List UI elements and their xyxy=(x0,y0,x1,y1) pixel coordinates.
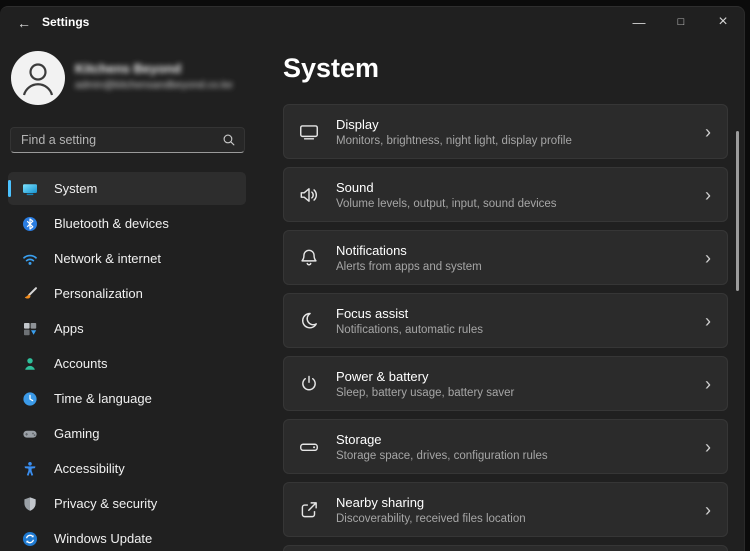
card-subtitle: Discoverability, received files location xyxy=(336,512,526,525)
chevron-right-icon: › xyxy=(705,184,711,205)
chevron-right-icon: › xyxy=(705,499,711,520)
card-power-battery[interactable]: Power & battery Sleep, battery usage, ba… xyxy=(283,356,728,411)
card-title: Storage xyxy=(336,431,382,447)
sidebar-item-windows-update[interactable]: Windows Update xyxy=(8,522,246,551)
card-sound[interactable]: Sound Volume levels, output, input, soun… xyxy=(283,167,728,222)
page-title: System xyxy=(283,53,380,83)
scrollbar-thumb[interactable] xyxy=(736,131,739,291)
sidebar-item-label: System xyxy=(54,181,98,196)
window-title: Settings xyxy=(42,15,90,29)
chevron-right-icon: › xyxy=(705,436,711,457)
accessibility-icon xyxy=(22,461,38,477)
shield-icon xyxy=(22,496,38,512)
search-icon xyxy=(222,128,244,152)
sidebar-item-label: Personalization xyxy=(54,286,143,301)
card-subtitle: Volume levels, output, input, sound devi… xyxy=(336,197,557,210)
card-nearby-sharing[interactable]: Nearby sharing Discoverability, received… xyxy=(283,482,728,537)
search-box xyxy=(10,127,245,153)
search-input[interactable] xyxy=(11,133,222,147)
sidebar-item-label: Bluetooth & devices xyxy=(54,216,169,231)
sidebar-item-privacy-security[interactable]: Privacy & security xyxy=(8,487,246,520)
sidebar-item-label: Network & internet xyxy=(54,251,161,266)
card-focus-assist[interactable]: Focus assist Notifications, automatic ru… xyxy=(283,293,728,348)
sidebar-item-label: Accounts xyxy=(54,356,108,371)
sidebar-item-network-internet[interactable]: Network & internet xyxy=(8,242,246,275)
avatar xyxy=(11,51,65,105)
sidebar-nav: System Bluetooth & devices Network & int… xyxy=(8,172,246,551)
card-title: Display xyxy=(336,116,379,132)
card-subtitle: Notifications, automatic rules xyxy=(336,323,484,336)
person-icon xyxy=(22,356,38,372)
sidebar-item-accounts[interactable]: Accounts xyxy=(8,347,246,380)
chevron-right-icon: › xyxy=(705,121,711,142)
card-subtitle: Alerts from apps and system xyxy=(336,260,482,273)
card-display[interactable]: Display Monitors, brightness, night ligh… xyxy=(283,104,728,159)
wifi-icon xyxy=(22,251,38,267)
sidebar-item-label: Gaming xyxy=(54,426,100,441)
card-subtitle: Storage space, drives, configuration rul… xyxy=(336,449,548,462)
card-title: Nearby sharing xyxy=(336,494,425,510)
card-partial[interactable] xyxy=(283,545,728,551)
sidebar-item-label: Apps xyxy=(54,321,84,336)
share-icon xyxy=(298,499,320,521)
profile-info: Kitchens Beyond admin@kitchensandbeyond.… xyxy=(75,61,233,91)
system-icon xyxy=(22,181,38,197)
bluetooth-icon xyxy=(22,216,38,232)
profile-name: Kitchens Beyond xyxy=(75,61,182,76)
sidebar-item-time-language[interactable]: Time & language xyxy=(8,382,246,415)
bell-icon xyxy=(298,247,320,269)
moon-icon xyxy=(298,310,320,332)
sidebar-item-personalization[interactable]: Personalization xyxy=(8,277,246,310)
card-notifications[interactable]: Notifications Alerts from apps and syste… xyxy=(283,230,728,285)
drive-icon xyxy=(298,436,320,458)
sidebar-item-system[interactable]: System xyxy=(8,172,246,205)
paintbrush-icon xyxy=(22,286,38,302)
back-button[interactable]: ← xyxy=(12,12,36,34)
sidebar-item-gaming[interactable]: Gaming xyxy=(8,417,246,450)
profile-email: admin@kitchensandbeyond.co.ke xyxy=(75,79,233,91)
card-title: Focus assist xyxy=(336,305,409,321)
sidebar-item-label: Time & language xyxy=(54,391,152,406)
settings-cards: Display Monitors, brightness, night ligh… xyxy=(283,104,728,551)
chevron-right-icon: › xyxy=(705,247,711,268)
speaker-icon xyxy=(298,184,320,206)
apps-icon xyxy=(22,321,38,337)
sidebar-item-label: Windows Update xyxy=(54,531,153,546)
main-content: System Display Monitors, brightness, nig… xyxy=(283,7,728,551)
sidebar-item-apps[interactable]: Apps xyxy=(8,312,246,345)
card-storage[interactable]: Storage Storage space, drives, configura… xyxy=(283,419,728,474)
card-subtitle: Sleep, battery usage, battery saver xyxy=(336,386,515,399)
card-subtitle: Monitors, brightness, night light, displ… xyxy=(336,134,572,147)
chevron-right-icon: › xyxy=(705,310,711,331)
update-icon xyxy=(22,531,38,547)
sidebar-item-bluetooth-devices[interactable]: Bluetooth & devices xyxy=(8,207,246,240)
chevron-right-icon: › xyxy=(705,373,711,394)
sidebar-item-label: Privacy & security xyxy=(54,496,158,511)
sidebar-item-accessibility[interactable]: Accessibility xyxy=(8,452,246,485)
display-icon xyxy=(298,121,320,143)
settings-window: ← Settings — □ × Kitchens Beyond admin@k… xyxy=(0,6,745,551)
card-title: Sound xyxy=(336,179,374,195)
sidebar-item-label: Accessibility xyxy=(54,461,125,476)
power-icon xyxy=(298,373,320,395)
clock-icon xyxy=(22,391,38,407)
card-title: Power & battery xyxy=(336,368,429,384)
card-title: Notifications xyxy=(336,242,407,258)
gamepad-icon xyxy=(22,426,38,442)
